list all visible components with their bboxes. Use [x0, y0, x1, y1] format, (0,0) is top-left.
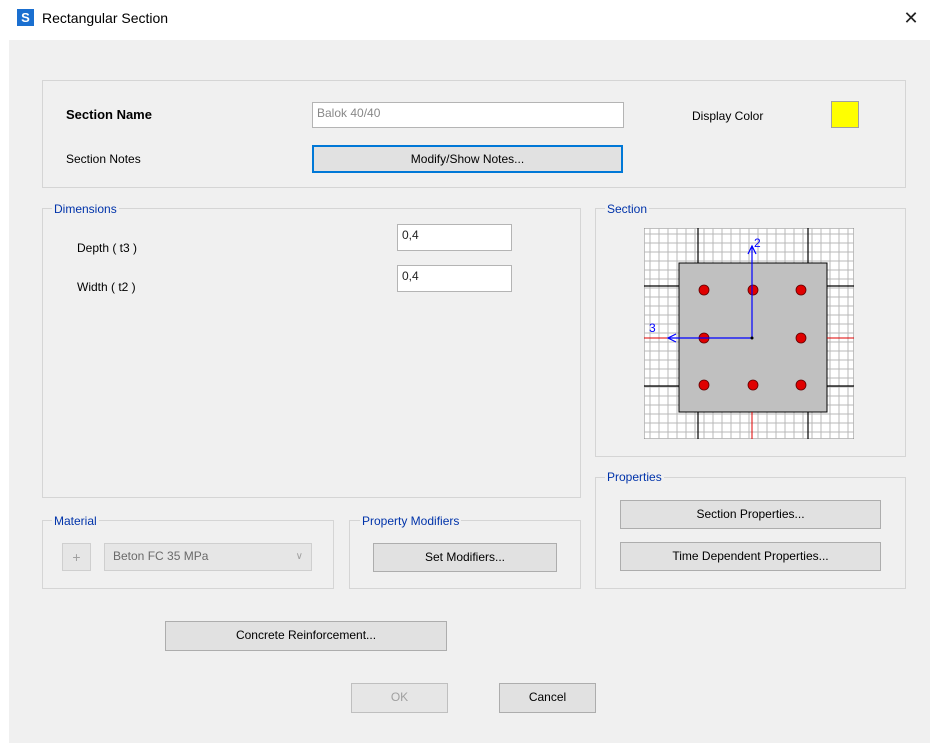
properties-group [595, 477, 906, 589]
section-properties-button[interactable]: Section Properties... [620, 500, 881, 529]
set-modifiers-button[interactable]: Set Modifiers... [373, 543, 557, 572]
cancel-button[interactable]: Cancel [499, 683, 596, 713]
section-title: Section [605, 202, 650, 216]
section-name-label: Section Name [66, 107, 152, 122]
ok-button[interactable]: OK [351, 683, 448, 713]
app-icon: S [17, 9, 34, 26]
title-bar: S Rectangular Section ✕ [0, 0, 933, 40]
close-icon[interactable]: ✕ [898, 6, 924, 30]
concrete-reinforcement-button[interactable]: Concrete Reinforcement... [165, 621, 447, 651]
window-title: Rectangular Section [42, 10, 169, 26]
axis-2-label: 2 [754, 236, 761, 250]
width-label: Width ( t2 ) [77, 280, 136, 294]
material-select-value: Beton FC 35 MPa [113, 549, 209, 563]
chevron-down-icon: ∨ [295, 551, 303, 562]
depth-label: Depth ( t3 ) [77, 241, 138, 255]
dimensions-title: Dimensions [52, 202, 119, 216]
display-color-swatch[interactable] [831, 101, 859, 128]
axis-3-label: 3 [649, 321, 656, 335]
depth-input[interactable]: 0,4 [397, 224, 512, 251]
section-notes-label: Section Notes [66, 152, 141, 166]
properties-title: Properties [605, 470, 664, 484]
section-name-input[interactable]: Balok 40/40 [312, 102, 624, 128]
property-modifiers-title: Property Modifiers [360, 514, 462, 528]
time-dependent-properties-button[interactable]: Time Dependent Properties... [620, 542, 881, 571]
material-title: Material [52, 514, 99, 528]
add-material-button[interactable]: + [62, 543, 91, 571]
modify-notes-button[interactable]: Modify/Show Notes... [312, 145, 623, 173]
section-preview-canvas: 2 3 [644, 228, 854, 439]
display-color-label: Display Color [692, 109, 764, 123]
material-select[interactable]: Beton FC 35 MPa ∨ [104, 543, 312, 571]
width-input[interactable]: 0,4 [397, 265, 512, 292]
